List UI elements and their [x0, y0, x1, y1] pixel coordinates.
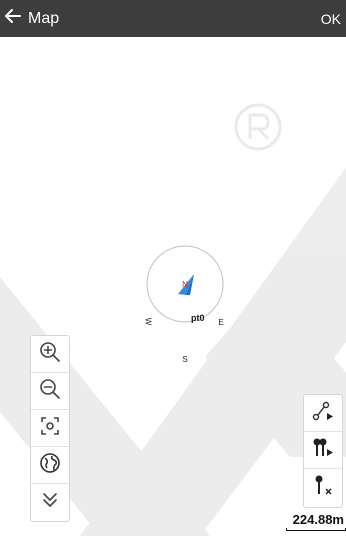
page-title: Map	[28, 9, 60, 27]
pin-clear-icon	[312, 474, 334, 501]
scale-label: 224.88m	[292, 512, 344, 527]
globe-icon	[39, 452, 61, 479]
globe-button[interactable]	[31, 447, 69, 484]
scale-bar-line	[286, 528, 346, 531]
double-chevron-down-icon	[39, 489, 61, 516]
locate-button[interactable]	[31, 410, 69, 447]
compass-west-label: W	[143, 317, 153, 326]
pins-play-button[interactable]	[304, 432, 342, 469]
locate-icon	[39, 415, 61, 442]
point-label: pt0	[191, 313, 205, 323]
zoom-out-icon	[39, 378, 61, 405]
scale-bar: 224.88m	[286, 511, 346, 531]
route-play-button[interactable]	[304, 395, 342, 432]
route-play-icon	[312, 400, 334, 427]
ok-button[interactable]: OK	[305, 0, 341, 37]
back-button[interactable]: Map	[4, 0, 84, 37]
compass-east-label: E	[218, 318, 224, 327]
pin-clear-button[interactable]	[304, 469, 342, 506]
zoom-in-button[interactable]	[31, 336, 69, 373]
arrow-left-icon	[4, 7, 22, 30]
app-header: Map OK	[0, 0, 346, 37]
compass-north-label: N	[182, 280, 188, 289]
compass-south-label: S	[182, 355, 188, 364]
map-zoom-toolbar	[30, 335, 70, 522]
pins-play-icon	[312, 437, 334, 464]
collapse-toolbar-button[interactable]	[31, 484, 69, 521]
measure-toolbar	[303, 394, 343, 508]
zoom-in-icon	[39, 341, 61, 368]
zoom-out-button[interactable]	[31, 373, 69, 410]
